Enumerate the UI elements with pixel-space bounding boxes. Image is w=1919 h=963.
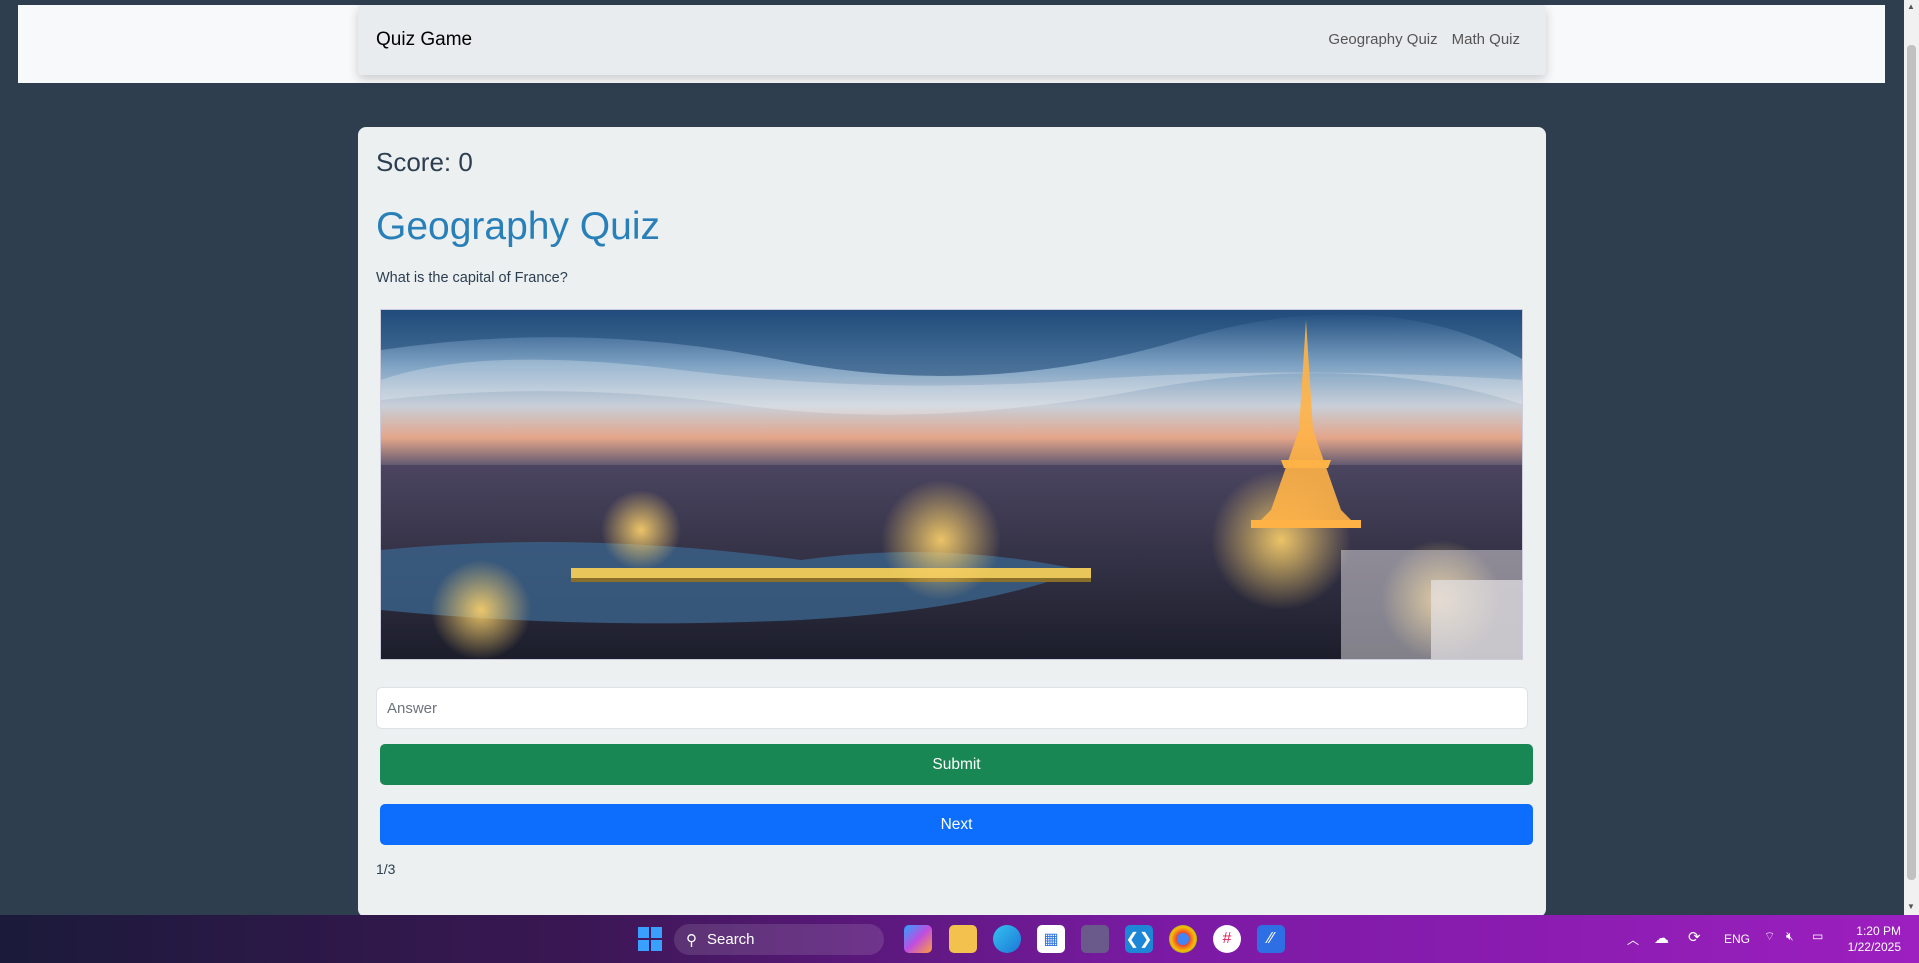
tray-chevron-icon[interactable]: ︿ [1627, 931, 1639, 948]
clock-date: 1/22/2025 [1847, 940, 1901, 954]
taskbar-search[interactable]: ⚲ Search [674, 924, 884, 955]
slack-icon[interactable]: # [1213, 925, 1241, 953]
scroll-down-icon[interactable]: ▼ [1907, 902, 1915, 911]
store-icon[interactable]: ▦ [1037, 925, 1065, 953]
nav-link-math-quiz[interactable]: Math Quiz [1452, 31, 1520, 48]
onedrive-icon[interactable]: ☁ [1654, 929, 1669, 947]
clock-time: 1:20 PM [1856, 924, 1901, 938]
battery-icon[interactable]: ▭ [1812, 929, 1823, 943]
nav-link-geography-quiz[interactable]: Geography Quiz [1328, 31, 1437, 48]
next-button[interactable]: Next [380, 804, 1533, 845]
quiz-title: Geography Quiz [376, 205, 660, 248]
quiz-card: Score: 0 Geography Quiz What is the capi… [358, 127, 1546, 917]
windows-start-icon[interactable] [636, 925, 664, 953]
file-explorer-icon[interactable] [949, 925, 977, 953]
volume-muted-icon[interactable]: 🔇︎ [1786, 929, 1794, 944]
copilot-icon[interactable] [904, 925, 932, 953]
sync-icon[interactable]: ⟳ [1688, 928, 1701, 946]
nav-links: Geography Quiz Math Quiz [1328, 31, 1520, 48]
taskbar-clock[interactable]: 1:20 PM 1/22/2025 [1848, 923, 1901, 955]
language-indicator[interactable]: ENG [1724, 932, 1750, 946]
navbar: Quiz Game Geography Quiz Math Quiz [358, 5, 1546, 75]
scroll-thumb[interactable] [1907, 45, 1916, 880]
submit-button[interactable]: Submit [380, 744, 1533, 785]
taskbar: ⚲ Search ▦ ❮❯ # ⁄⁄ ︿ ☁ ⟳ ENG ⌔ 🔇︎ ▭ 1:20… [0, 915, 1919, 963]
question-text: What is the capital of France? [376, 270, 568, 286]
teams-icon[interactable] [1081, 925, 1109, 953]
edge-icon[interactable] [993, 925, 1021, 953]
vscode-icon[interactable]: ❮❯ [1125, 925, 1153, 953]
scroll-up-icon[interactable]: ▲ [1907, 2, 1915, 11]
search-icon: ⚲ [686, 931, 697, 949]
navbar-brand[interactable]: Quiz Game [376, 29, 472, 51]
wifi-icon[interactable]: ⌔ [1764, 929, 1775, 944]
chrome-icon[interactable] [1169, 925, 1197, 953]
question-image [380, 309, 1523, 660]
app-icon[interactable]: ⁄⁄ [1257, 925, 1285, 953]
taskbar-search-label: Search [707, 931, 755, 948]
page-scrollbar[interactable]: ▲ ▼ [1904, 0, 1919, 915]
answer-input[interactable] [376, 687, 1528, 729]
question-progress: 1/3 [376, 861, 396, 877]
score-display: Score: 0 [376, 147, 473, 177]
